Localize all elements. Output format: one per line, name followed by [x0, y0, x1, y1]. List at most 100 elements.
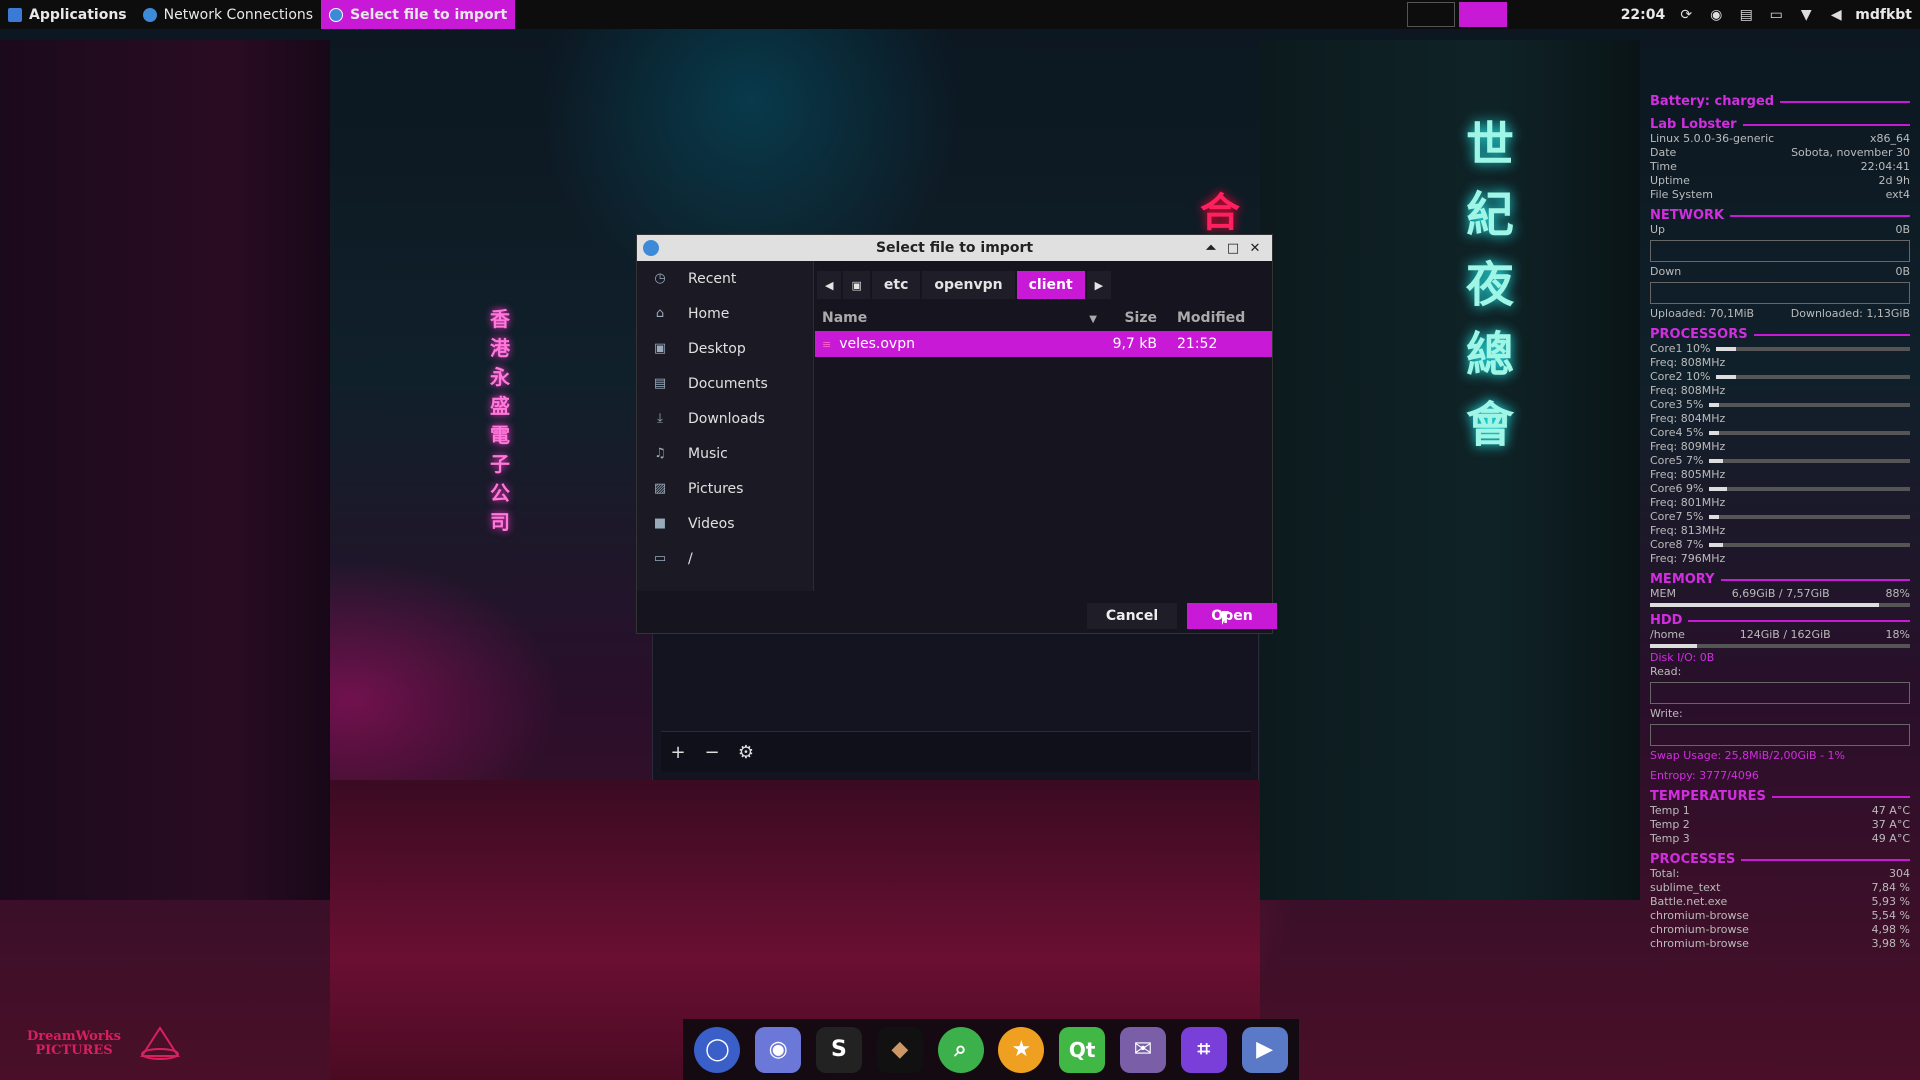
sys-row: Uptime 2d 9h [1650, 174, 1910, 187]
file-chooser-dialog: Select file to import ⏶ □ ✕ ◷ Recent ⌂ Hom… [636, 234, 1277, 634]
video-icon[interactable]: ▶ [1241, 1026, 1288, 1073]
gear-icon[interactable]: ⚙ [729, 742, 763, 763]
file-list: Name ▼ Size Modified ≡ veles.ovpn 9,7 kB 2… [815, 307, 1272, 589]
core-usage-bar [1709, 543, 1910, 547]
battery-icon[interactable]: ▭ [1766, 7, 1786, 23]
qt-icon[interactable]: Qt [1059, 1026, 1106, 1073]
path-bar: ◀ ▣ etc openvpn client ▶ [817, 271, 1113, 299]
core-usage-bar [1716, 375, 1910, 379]
places-sidebar: ◷ Recent ⌂ Home ▣ Desktop ▤ Documents ⤓ Downl… [637, 261, 814, 591]
skype-icon[interactable]: S [815, 1026, 862, 1073]
core-usage-bar [1709, 459, 1910, 463]
chromium-icon[interactable]: ◯ [694, 1026, 741, 1073]
place-downloads[interactable]: ⤓ Downloads [637, 401, 813, 436]
place-music[interactable]: ♫ Music [637, 436, 813, 471]
maximize-icon[interactable]: □ [1222, 241, 1244, 256]
folder-icon: ▭ [653, 550, 667, 566]
volume-icon[interactable]: ◀ [1826, 7, 1846, 23]
discord-icon[interactable]: ◉ [755, 1026, 802, 1073]
anki-icon[interactable]: ★ [998, 1026, 1045, 1073]
core-row: Core6 9% [1650, 482, 1910, 496]
task-select-file[interactable]: Select file to import [321, 0, 516, 29]
neon-sign-red: 合 [1200, 190, 1240, 236]
workspace-1[interactable] [1406, 2, 1455, 27]
clock-icon: ◷ [654, 270, 666, 286]
core-usage-bar [1709, 431, 1910, 435]
place-pictures[interactable]: ▨ Pictures [637, 471, 813, 506]
shade-icon[interactable]: ⏶ [1200, 241, 1222, 256]
path-segment-openvpn[interactable]: openvpn [922, 271, 1015, 299]
sort-down-icon: ▼ [1089, 314, 1097, 325]
core-row: Core8 7% [1650, 538, 1910, 552]
download-icon: ⤓ [657, 410, 663, 426]
core-row: Core3 5% [1650, 398, 1910, 412]
core-row: Core1 10% [1650, 342, 1910, 356]
app-dark-icon[interactable]: ◆ [876, 1026, 923, 1073]
hdd-bar [1650, 644, 1910, 648]
core-usage-bar [1716, 347, 1910, 351]
sys-row: File System ext4 [1650, 188, 1910, 201]
video-icon: ■ [653, 515, 667, 531]
music-icon: ♫ [654, 445, 666, 461]
hdd-title: HDD [1650, 613, 1683, 628]
user-menu[interactable]: mdfkbt [1855, 7, 1912, 23]
place-root[interactable]: ▭ / [637, 541, 813, 576]
download-graph [1650, 282, 1910, 304]
dock: ◯ ◉ S ◆ ⌕ ★ Qt ✉ ⌗ ▶ [683, 1019, 1299, 1080]
dialog-title: Select file to import [875, 240, 1034, 256]
search-icon[interactable]: ⌕ [937, 1026, 984, 1073]
upload-graph [1650, 240, 1910, 262]
place-recent[interactable]: ◷ Recent [637, 261, 813, 296]
column-size[interactable]: Size [1105, 310, 1165, 326]
pidgin-icon[interactable]: ✉ [1119, 1026, 1166, 1073]
core-usage-bar [1709, 403, 1910, 407]
update-icon[interactable]: ⟳ [1676, 7, 1696, 23]
place-videos[interactable]: ■ Videos [637, 506, 813, 541]
path-segment-client[interactable]: client [1016, 271, 1085, 299]
network-toolbar: + − ⚙ [661, 731, 1251, 772]
wallpaper-building-left [0, 40, 330, 900]
core-freq: Freq: 804MHz [1650, 412, 1726, 425]
dreamworks-logo: DreamWorks PICTURES [27, 1029, 121, 1058]
core-row: Core4 5% [1650, 426, 1910, 440]
core-row: Core7 5% [1650, 510, 1910, 524]
discord-tray-icon[interactable]: ◉ [1706, 7, 1726, 23]
battery-status: Battery: charged [1650, 94, 1775, 109]
core-freq: Freq: 801MHz [1650, 496, 1726, 509]
place-desktop[interactable]: ▣ Desktop [637, 331, 813, 366]
wallpaper-building-right [1260, 40, 1640, 900]
wifi-icon[interactable]: ▼ [1796, 7, 1816, 23]
sys-row: Linux 5.0.0-36-generic x86_64 [1650, 132, 1910, 145]
clipboard-icon[interactable]: ▤ [1736, 7, 1756, 23]
path-forward-button[interactable]: ▶ [1086, 271, 1112, 299]
file-row[interactable]: ≡ veles.ovpn 9,7 kB 21:52 [815, 331, 1272, 357]
processes-title: PROCESSES [1650, 852, 1736, 867]
task-network-connections[interactable]: Network Connections [135, 0, 321, 29]
add-icon[interactable]: + [661, 742, 695, 763]
cancel-button[interactable]: Cancel [1087, 603, 1177, 629]
applications-menu[interactable]: Applications [0, 0, 135, 29]
desktop-icon: ▣ [653, 340, 667, 356]
place-home[interactable]: ⌂ Home [637, 296, 813, 331]
clock[interactable]: 22:04 [1621, 7, 1666, 23]
memory-title: MEMORY [1650, 572, 1715, 587]
network-connections-window: + − ⚙ [652, 620, 1259, 780]
file-list-header: Name ▼ Size Modified [815, 307, 1272, 329]
network-app-icon [643, 240, 659, 256]
close-icon[interactable]: ✕ [1244, 241, 1266, 256]
path-root-button[interactable]: ▣ [843, 271, 870, 299]
remove-icon[interactable]: − [695, 742, 729, 763]
core-row: Core2 10% [1650, 370, 1910, 384]
path-segment-etc[interactable]: etc [871, 271, 921, 299]
path-back-button[interactable]: ◀ [817, 271, 842, 299]
column-name[interactable]: Name ▼ [815, 310, 1105, 326]
core-freq: Freq: 813MHz [1650, 524, 1726, 537]
picture-icon: ▨ [653, 480, 667, 496]
column-modified[interactable]: Modified [1165, 310, 1272, 326]
workspace-2[interactable] [1458, 2, 1507, 27]
processors-title: PROCESSORS [1650, 327, 1748, 342]
crop-icon[interactable]: ⌗ [1180, 1026, 1227, 1073]
place-documents[interactable]: ▤ Documents [637, 366, 813, 401]
network-app-icon [142, 7, 157, 22]
temperatures-title: TEMPERATURES [1650, 789, 1766, 804]
